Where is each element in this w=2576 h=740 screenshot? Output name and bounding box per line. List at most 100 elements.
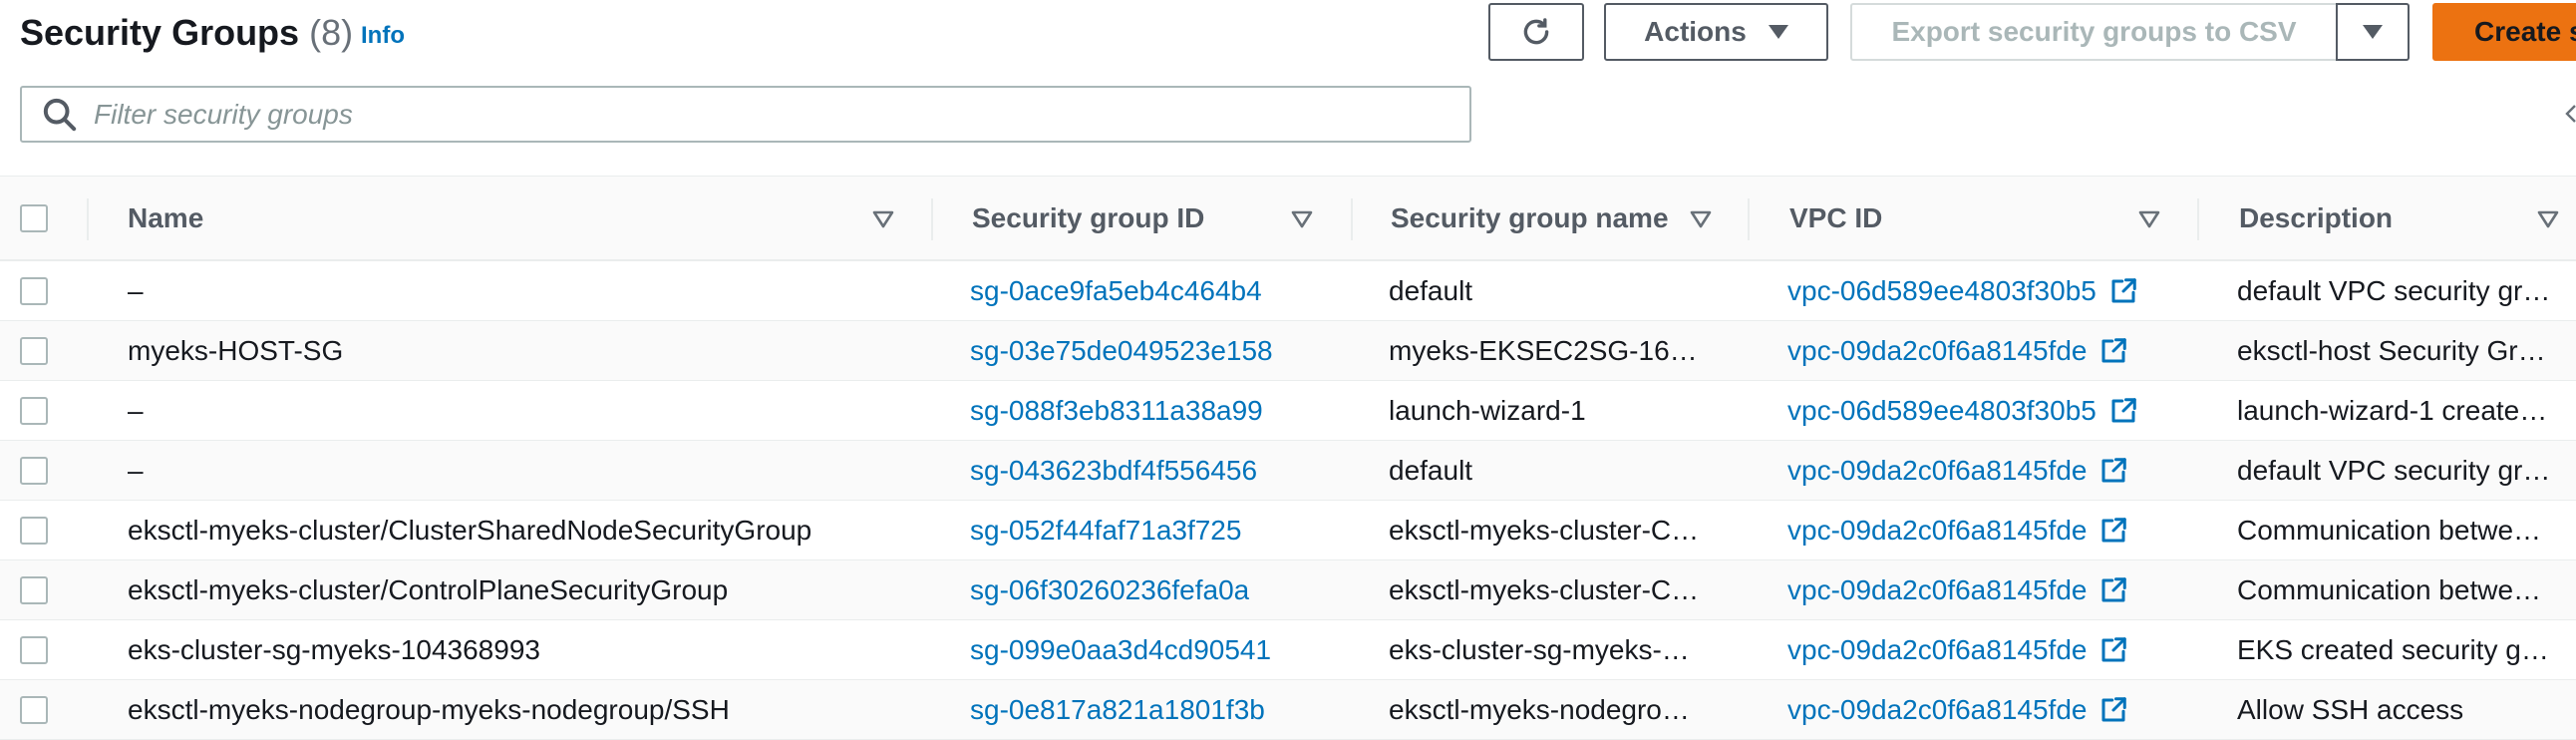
- column-header-name[interactable]: Name: [128, 177, 955, 259]
- sort-icon[interactable]: [2138, 210, 2160, 228]
- header-checkbox-cell: [20, 177, 60, 259]
- external-link-icon[interactable]: [2108, 396, 2138, 426]
- actions-label: Actions: [1644, 16, 1747, 47]
- external-link-icon[interactable]: [2098, 695, 2128, 725]
- cell-name: myeks-HOST-SG: [128, 334, 344, 366]
- cell-sg-name: eks-cluster-sg-myeks-…: [1389, 633, 1690, 665]
- cell-sg-id: sg-03e75de049523e158: [970, 321, 1369, 380]
- row-checkbox[interactable]: [20, 695, 48, 724]
- column-divider: [1748, 198, 1750, 240]
- chevron-left-icon[interactable]: [2564, 102, 2576, 126]
- row-checkbox[interactable]: [20, 456, 48, 485]
- page-title-text: Security Groups: [20, 12, 300, 53]
- table-row[interactable]: – sg-0ace9fa5eb4c464b4 default vpc-06d58…: [0, 261, 2576, 321]
- external-link-icon[interactable]: [2098, 456, 2128, 486]
- sg-id-link[interactable]: sg-052f44faf71a3f725: [970, 501, 1241, 559]
- cell-name: –: [128, 454, 144, 486]
- cell-description: Communication betwe…: [2237, 573, 2542, 605]
- external-link-icon[interactable]: [2098, 575, 2128, 605]
- table-row[interactable]: – sg-043623bdf4f556456 default vpc-09da2…: [0, 441, 2576, 501]
- filter-security-groups: [20, 86, 1471, 143]
- create-security-group-button[interactable]: Create s: [2432, 3, 2576, 61]
- row-checkbox[interactable]: [20, 575, 48, 604]
- sg-id-link[interactable]: sg-099e0aa3d4cd90541: [970, 620, 1271, 679]
- caret-down-icon: [1768, 25, 1788, 39]
- cell-sg-id: sg-088f3eb8311a38a99: [970, 381, 1369, 440]
- row-checkbox-cell: [20, 620, 60, 679]
- page-title: Security Groups (8): [20, 12, 353, 54]
- table-row[interactable]: eksctl-myeks-cluster/ClusterSharedNodeSe…: [0, 501, 2576, 560]
- column-divider: [1351, 198, 1353, 240]
- vpc-id-link[interactable]: vpc-09da2c0f6a8145fde: [1787, 515, 2087, 547]
- vpc-id-link[interactable]: vpc-06d589ee4803f30b5: [1787, 395, 2096, 427]
- cell-name: –: [128, 394, 144, 426]
- info-link[interactable]: Info: [361, 22, 405, 50]
- table-row[interactable]: eksctl-myeks-cluster/ControlPlaneSecurit…: [0, 560, 2576, 620]
- sg-id-link[interactable]: sg-06f30260236fefa0a: [970, 560, 1249, 619]
- row-checkbox[interactable]: [20, 516, 48, 545]
- export-dropdown-button[interactable]: [2336, 3, 2410, 61]
- actions-dropdown-button[interactable]: Actions: [1604, 3, 1828, 61]
- sort-icon[interactable]: [2537, 210, 2559, 228]
- table-row[interactable]: – sg-088f3eb8311a38a99 launch-wizard-1 v…: [0, 381, 2576, 441]
- cell-vpc-id: vpc-09da2c0f6a8145fde: [1787, 441, 2206, 500]
- cell-name: eksctl-myeks-cluster/ClusterSharedNodeSe…: [128, 514, 812, 546]
- sg-id-link[interactable]: sg-088f3eb8311a38a99: [970, 381, 1263, 440]
- sg-id-link[interactable]: sg-0e817a821a1801f3b: [970, 680, 1265, 739]
- column-header-sg-name[interactable]: Security group name: [1391, 177, 1710, 259]
- vpc-id-link[interactable]: vpc-09da2c0f6a8145fde: [1787, 335, 2087, 367]
- column-divider: [2197, 198, 2199, 240]
- cell-sg-name: eksctl-myeks-cluster-C…: [1389, 573, 1700, 605]
- vpc-id-link[interactable]: vpc-09da2c0f6a8145fde: [1787, 694, 2087, 726]
- cell-sg-id: sg-099e0aa3d4cd90541: [970, 620, 1369, 679]
- vpc-id-link[interactable]: vpc-09da2c0f6a8145fde: [1787, 634, 2087, 666]
- cell-description: default VPC security gr…: [2237, 274, 2551, 306]
- sort-icon[interactable]: [872, 210, 894, 228]
- search-input[interactable]: [94, 98, 1390, 131]
- cell-description: Allow SSH access: [2237, 693, 2464, 725]
- vpc-id-link[interactable]: vpc-06d589ee4803f30b5: [1787, 275, 2096, 307]
- cell-vpc-id: vpc-09da2c0f6a8145fde: [1787, 321, 2206, 380]
- column-header-description[interactable]: Description: [2239, 177, 2558, 259]
- select-all-checkbox[interactable]: [20, 203, 48, 232]
- cell-vpc-id: vpc-09da2c0f6a8145fde: [1787, 560, 2206, 619]
- table-row[interactable]: eksctl-myeks-nodegroup-myeks-nodegroup/S…: [0, 680, 2576, 740]
- export-csv-button[interactable]: Export security groups to CSV: [1850, 3, 2338, 61]
- external-link-icon[interactable]: [2098, 635, 2128, 665]
- table-body: – sg-0ace9fa5eb4c464b4 default vpc-06d58…: [0, 261, 2576, 740]
- vpc-id-link[interactable]: vpc-09da2c0f6a8145fde: [1787, 455, 2087, 487]
- cell-name: –: [128, 274, 144, 306]
- cell-sg-name: default: [1389, 274, 1473, 306]
- column-divider: [931, 198, 933, 240]
- cell-vpc-id: vpc-09da2c0f6a8145fde: [1787, 501, 2206, 559]
- cell-sg-name: default: [1389, 454, 1473, 486]
- external-link-icon[interactable]: [2108, 276, 2138, 306]
- cell-description: launch-wizard-1 create…: [2237, 394, 2548, 426]
- sg-id-link[interactable]: sg-0ace9fa5eb4c464b4: [970, 261, 1262, 320]
- row-checkbox[interactable]: [20, 396, 48, 425]
- cell-sg-id: sg-0e817a821a1801f3b: [970, 680, 1369, 739]
- cell-name: eks-cluster-sg-myeks-104368993: [128, 633, 540, 665]
- cell-sg-name: myeks-EKSEC2SG-16N…: [1389, 334, 1708, 366]
- row-checkbox[interactable]: [20, 635, 48, 664]
- row-checkbox-cell: [20, 261, 60, 320]
- row-checkbox-cell: [20, 381, 60, 440]
- refresh-button[interactable]: [1488, 3, 1584, 61]
- sg-id-link[interactable]: sg-043623bdf4f556456: [970, 441, 1257, 500]
- cell-vpc-id: vpc-09da2c0f6a8145fde: [1787, 620, 2206, 679]
- cell-description: default VPC security gr…: [2237, 454, 2551, 486]
- cell-description: Communication betwe…: [2237, 514, 2542, 546]
- sg-id-link[interactable]: sg-03e75de049523e158: [970, 321, 1273, 380]
- table-row[interactable]: eks-cluster-sg-myeks-104368993 sg-099e0a…: [0, 620, 2576, 680]
- row-checkbox[interactable]: [20, 336, 48, 365]
- create-label: Create s: [2474, 16, 2576, 47]
- row-checkbox-cell: [20, 321, 60, 380]
- sort-icon[interactable]: [1690, 210, 1712, 228]
- vpc-id-link[interactable]: vpc-09da2c0f6a8145fde: [1787, 574, 2087, 606]
- external-link-icon[interactable]: [2098, 336, 2128, 366]
- sort-icon[interactable]: [1291, 210, 1313, 228]
- table-row[interactable]: myeks-HOST-SG sg-03e75de049523e158 myeks…: [0, 321, 2576, 381]
- row-checkbox[interactable]: [20, 276, 48, 305]
- external-link-icon[interactable]: [2098, 516, 2128, 546]
- cell-sg-id: sg-052f44faf71a3f725: [970, 501, 1369, 559]
